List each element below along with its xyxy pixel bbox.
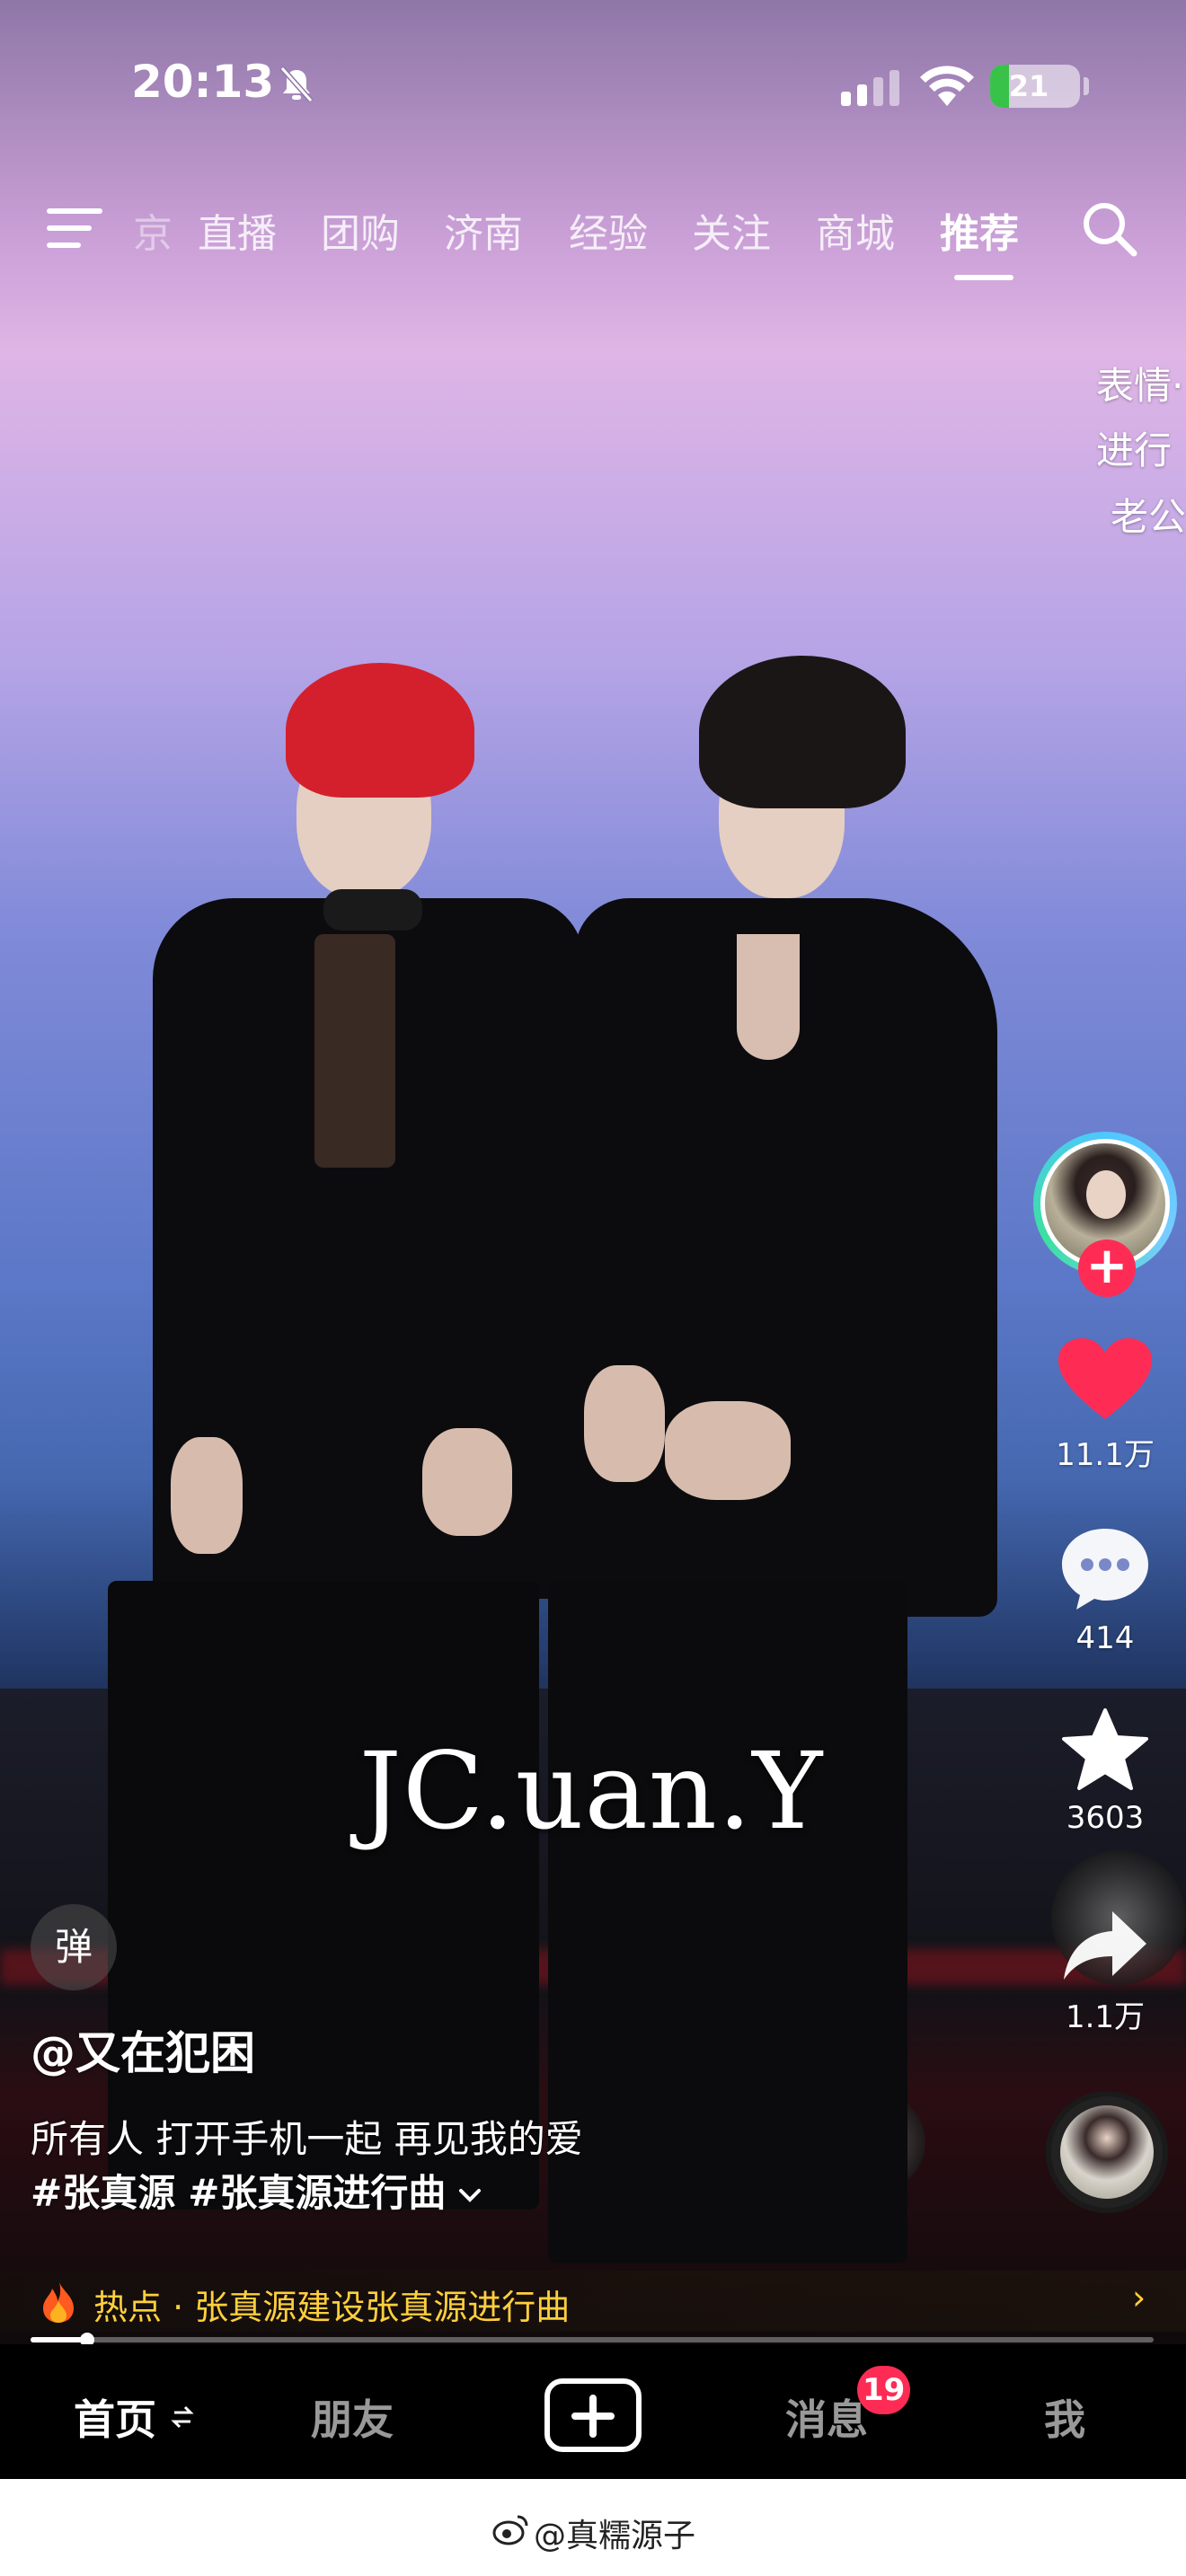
nav-home[interactable]: 首页 [74,2387,156,2447]
weibo-logo-icon [492,2515,528,2545]
author-name[interactable]: @又在犯困 [31,2017,255,2082]
create-post-button[interactable] [544,2378,642,2452]
weibo-handle: @真糯源子 [534,2518,696,2554]
douyin-app: JC.uan.Y 20:13 21 京 直播 团购 济南 经验 关注 商城 推荐… [0,0,1186,2576]
tab-following[interactable]: 关注 [692,201,771,259]
comment-count: 414 [1075,1620,1135,1656]
share-button[interactable]: 1.1万 [1042,1908,1168,2036]
danmaku-comment: 表情· [1096,364,1184,408]
heart-icon [1058,1338,1152,1419]
share-count: 1.1万 [1065,1999,1146,2035]
tab-live[interactable]: 直播 [198,201,277,259]
nav-friends[interactable]: 朋友 [311,2387,394,2447]
wifi-icon [920,66,974,106]
comment-button[interactable]: 414 [1042,1527,1168,1656]
music-disc[interactable] [1046,2091,1168,2213]
battery-indicator: 21 [990,65,1080,108]
danmaku-comment: 进行 [1096,428,1173,472]
hashtag[interactable]: #张真源进行曲 [188,2171,446,2215]
nav-me[interactable]: 我 [1044,2387,1085,2447]
tab-mall[interactable]: 商城 [816,201,895,259]
like-button[interactable]: 11.1万 [1042,1338,1168,1474]
tab-recommend[interactable]: 推荐 [940,201,1019,259]
active-tab-indicator [954,275,1013,280]
video-player[interactable]: JC.uan.Y [0,0,1186,2344]
tab-group-buy[interactable]: 团购 [321,201,400,259]
share-icon [1064,1911,1146,1980]
star-icon [1062,1708,1148,1790]
search-icon[interactable] [1078,198,1141,260]
video-overlay-text: JC.uan.Y [358,1729,824,1853]
tab-partial[interactable]: 京 [133,201,173,259]
hot-topic-text: 热点 · 张真源建设张真源进行曲 [93,2288,571,2327]
nav-messages[interactable]: 消息 [785,2387,868,2447]
cellular-signal-icon [841,70,899,106]
status-bar: 20:13 21 [0,0,1186,171]
bottom-nav-bar: 首页 朋友 消息 19 我 [0,2344,1186,2479]
bell-muted-icon [279,66,314,102]
battery-percent: 21 [1008,69,1049,103]
tab-experience[interactable]: 经验 [569,201,648,259]
video-progress-fill [31,2337,87,2342]
hashtag[interactable]: #张真源 [31,2171,175,2215]
favorite-count: 3603 [1066,1800,1145,1836]
battery-tip [1084,77,1089,95]
hot-topic-arrow: › [1132,2278,1146,2317]
chevron-down-icon[interactable] [458,2187,482,2205]
favorite-button[interactable]: 3603 [1042,1708,1168,1836]
post-description: 所有人 打开手机一起 再见我的爱 [31,2117,583,2161]
comment-icon [1062,1529,1148,1610]
swap-arrows-icon[interactable] [171,2404,194,2430]
menu-icon[interactable] [47,207,102,250]
top-tab-bar: 京 直播 团购 济南 经验 关注 商城 推荐 [0,180,1186,280]
follow-button[interactable]: + [1078,1239,1136,1297]
footer-watermark: @真糯源子 [0,2479,1186,2576]
tab-local[interactable]: 济南 [444,201,523,259]
danmaku-toggle-button[interactable]: 弹 [31,1904,117,1990]
video-progress-bar[interactable] [31,2333,1154,2347]
music-cover-image [1060,2105,1154,2199]
hot-topic-bar[interactable]: 热点 · 张真源建设张真源进行曲 › [0,2271,1186,2332]
hashtag-list: #张真源 #张真源进行曲 [31,2163,482,2218]
danmaku-comment: 老公 [1111,495,1186,539]
messages-badge: 19 [857,2366,911,2414]
like-count: 11.1万 [1056,1437,1155,1473]
flame-icon [43,2280,74,2323]
status-time: 20:13 [131,56,275,108]
